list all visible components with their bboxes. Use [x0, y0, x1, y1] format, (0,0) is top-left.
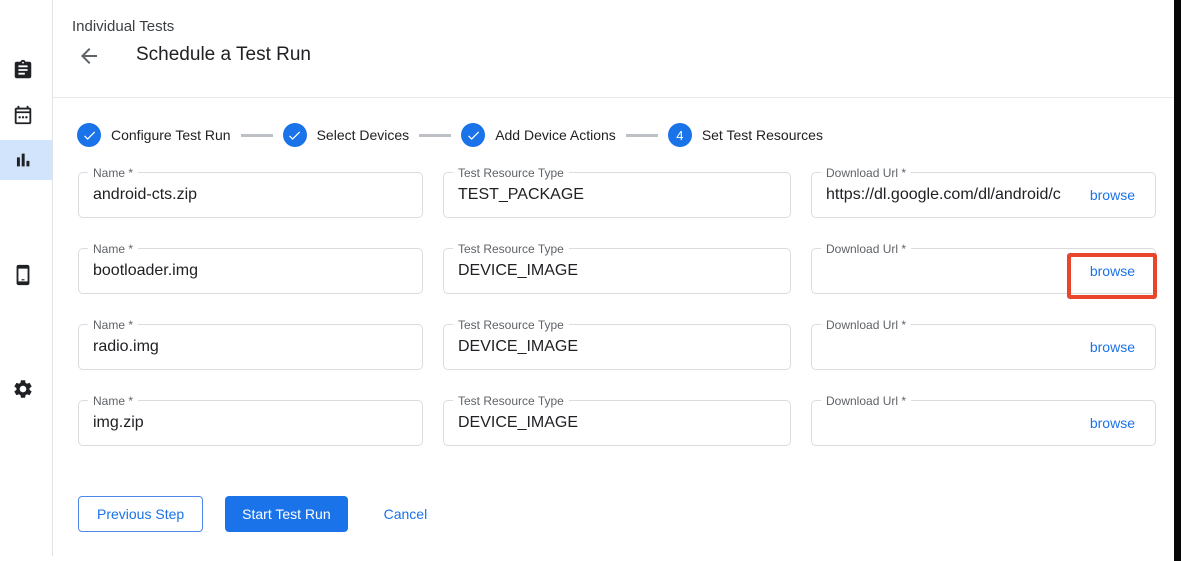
name-field[interactable]: Name * img.zip — [78, 400, 423, 446]
step-select-devices[interactable]: Select Devices — [283, 123, 410, 147]
gear-icon — [12, 378, 34, 400]
breadcrumb: Individual Tests — [72, 18, 174, 35]
step-complete-circle — [77, 123, 101, 147]
check-icon — [287, 128, 302, 143]
assignment-icon — [12, 59, 34, 81]
back-button[interactable] — [76, 44, 102, 70]
cancel-button[interactable]: Cancel — [376, 496, 436, 532]
field-value: bootloader.img — [93, 262, 408, 280]
step-label: Add Device Actions — [495, 127, 616, 143]
sidebar-item-test-runs[interactable] — [0, 140, 52, 180]
field-label: Name * — [88, 394, 138, 408]
field-label: Name * — [88, 166, 138, 180]
browse-link[interactable]: browse — [1084, 259, 1141, 283]
bar-chart-icon — [12, 149, 34, 171]
step-set-test-resources[interactable]: 4 Set Test Resources — [668, 123, 823, 147]
step-complete-circle — [283, 123, 307, 147]
calendar-icon — [12, 104, 34, 126]
step-label: Set Test Resources — [702, 127, 823, 143]
field-value: img.zip — [93, 414, 408, 432]
browse-link[interactable]: browse — [1084, 335, 1141, 359]
test-resources-form: Name * android-cts.zip Test Resource Typ… — [78, 172, 1156, 446]
form-actions: Previous Step Start Test Run Cancel — [78, 496, 435, 532]
check-icon — [466, 128, 481, 143]
field-label: Name * — [88, 242, 138, 256]
step-label: Configure Test Run — [111, 127, 231, 143]
field-label: Name * — [88, 318, 138, 332]
browse-link[interactable]: browse — [1084, 183, 1141, 207]
previous-step-button[interactable]: Previous Step — [78, 496, 203, 532]
sidebar-item-tests[interactable] — [0, 50, 52, 90]
browse-link[interactable]: browse — [1084, 411, 1141, 435]
field-value: radio.img — [93, 338, 408, 356]
test-resource-type-field[interactable]: Test Resource Type DEVICE_IMAGE — [443, 400, 791, 446]
arrow-back-icon — [77, 44, 101, 68]
test-resource-type-field[interactable]: Test Resource Type TEST_PACKAGE — [443, 172, 791, 218]
field-label: Test Resource Type — [453, 242, 569, 256]
page-title: Schedule a Test Run — [136, 44, 311, 66]
field-label: Test Resource Type — [453, 318, 569, 332]
field-value: DEVICE_IMAGE — [458, 414, 776, 432]
field-value: DEVICE_IMAGE — [458, 338, 776, 356]
field-value: TEST_PACKAGE — [458, 186, 776, 204]
field-label: Download Url * — [821, 394, 911, 408]
test-resource-type-field[interactable]: Test Resource Type DEVICE_IMAGE — [443, 324, 791, 370]
name-field[interactable]: Name * android-cts.zip — [78, 172, 423, 218]
step-connector — [419, 134, 451, 137]
step-connector — [626, 134, 658, 137]
sidebar-item-devices[interactable] — [0, 255, 52, 295]
download-url-field[interactable]: Download Url * browse — [811, 400, 1156, 446]
app-root: Individual Tests Schedule a Test Run Con… — [0, 0, 1181, 561]
step-connector — [241, 134, 273, 137]
field-label: Test Resource Type — [453, 394, 569, 408]
field-label: Download Url * — [821, 166, 911, 180]
field-label: Download Url * — [821, 318, 911, 332]
step-label: Select Devices — [317, 127, 410, 143]
sidebar — [0, 0, 53, 556]
download-url-field[interactable]: Download Url * https://dl.google.com/dl/… — [811, 172, 1156, 218]
start-test-run-button[interactable]: Start Test Run — [225, 496, 347, 532]
sidebar-item-settings[interactable] — [0, 369, 52, 409]
field-label: Download Url * — [821, 242, 911, 256]
stepper: Configure Test Run Select Devices Add De… — [77, 123, 823, 147]
step-number-circle: 4 — [668, 123, 692, 147]
name-field[interactable]: Name * bootloader.img — [78, 248, 423, 294]
download-url-field[interactable]: Download Url * browse — [811, 324, 1156, 370]
test-resource-type-field[interactable]: Test Resource Type DEVICE_IMAGE — [443, 248, 791, 294]
field-value: DEVICE_IMAGE — [458, 262, 776, 280]
step-add-device-actions[interactable]: Add Device Actions — [461, 123, 616, 147]
field-value: android-cts.zip — [93, 186, 408, 204]
field-label: Test Resource Type — [453, 166, 569, 180]
download-url-field[interactable]: Download Url * browse — [811, 248, 1156, 294]
window-edge — [1174, 0, 1181, 561]
name-field[interactable]: Name * radio.img — [78, 324, 423, 370]
sidebar-item-test-plans[interactable] — [0, 95, 52, 135]
smartphone-icon — [12, 264, 34, 286]
step-configure-test-run[interactable]: Configure Test Run — [77, 123, 231, 147]
step-complete-circle — [461, 123, 485, 147]
header-divider — [53, 97, 1174, 98]
field-value: https://dl.google.com/dl/android/c — [826, 186, 1078, 204]
check-icon — [82, 128, 97, 143]
